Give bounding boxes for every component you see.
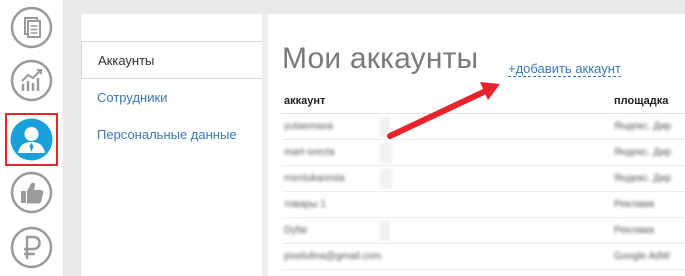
top-band xyxy=(63,0,685,14)
table-row[interactable]: mentukaresta Яндекс. Дир xyxy=(282,166,685,192)
annotation-arrow-icon xyxy=(387,82,500,139)
table-row[interactable]: pixelulina@gmail.com Google AdW xyxy=(282,244,685,270)
account-login: yutaemaxa xyxy=(284,121,333,132)
account-platform: Яндекс. Дир xyxy=(614,147,672,158)
gutter xyxy=(63,0,81,276)
ruble-icon[interactable] xyxy=(10,226,53,269)
page-title: Мои аккаунты xyxy=(282,42,479,75)
table-row[interactable]: товары 1 Реклама xyxy=(282,192,685,218)
account-login: mentukaresta xyxy=(284,173,345,184)
nav-item-employees[interactable]: Сотрудники xyxy=(81,79,262,117)
nav-item-accounts[interactable]: Аккаунты xyxy=(81,41,262,79)
table-row[interactable]: Dyfar Реклама xyxy=(282,218,685,244)
column-header-account: аккаунт xyxy=(284,95,326,107)
nav-item-personal-data[interactable]: Персональные данные xyxy=(81,116,262,154)
column-header-platform: площадка xyxy=(614,95,669,107)
account-platform: Яндекс. Дир xyxy=(614,173,672,184)
account-login: mart-srecta xyxy=(284,147,335,158)
account-login: товары 1 xyxy=(284,199,326,210)
thumbs-up-icon[interactable] xyxy=(10,171,53,214)
account-platform: Реклама xyxy=(614,225,655,236)
icon-rail xyxy=(0,0,63,276)
account-platform: Google AdW xyxy=(614,251,671,262)
documents-icon[interactable] xyxy=(10,6,53,49)
account-platform: Яндекс. Дир xyxy=(614,121,672,132)
panel-edge xyxy=(262,14,268,276)
analytics-chart-icon[interactable] xyxy=(10,59,53,102)
add-account-link[interactable]: +добавить аккаунт xyxy=(508,62,621,77)
account-platform: Реклама xyxy=(614,199,655,210)
account-login: Dyfar xyxy=(284,225,308,236)
user-profile-icon[interactable] xyxy=(5,113,58,166)
account-login: pixelulina@gmail.com xyxy=(284,251,382,262)
settings-nav: Аккаунты Сотрудники Персональные данные xyxy=(81,14,262,276)
